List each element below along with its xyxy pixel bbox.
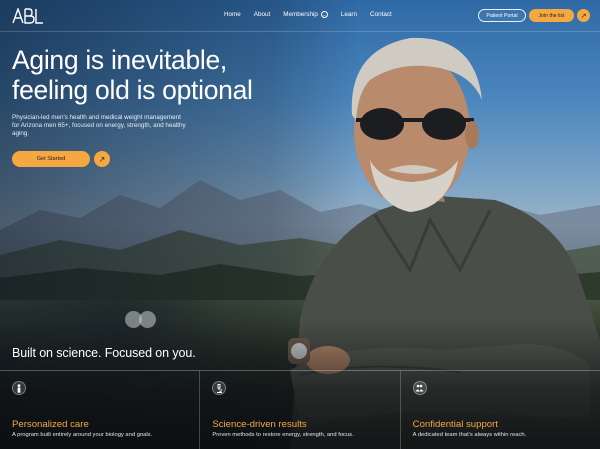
nav-link-contact-label: Contact [370,11,392,18]
feature-title: Science-driven results [212,419,307,430]
people-icon [412,381,427,395]
arrow-up-right-icon[interactable]: ↗ [577,9,590,22]
feature-title: Confidential support [412,419,498,430]
feature-personalized-care: Personalized care A program built entire… [0,371,201,449]
nav-divider [0,31,600,32]
hero-section: Home About Membership ⌄ Learn Contact Pat… [0,0,600,449]
top-navigation: Home About Membership ⌄ Learn Contact Pat… [0,0,600,32]
patient-portal-button[interactable]: Patient Portal [478,9,526,22]
get-started-button[interactable]: Get Started [12,151,90,167]
hero-subtext: Physician-led men's health and medical w… [12,114,186,138]
person-icon [12,381,26,395]
join-list-button[interactable]: Join the list [529,9,574,22]
nav-link-learn-label: Learn [340,11,358,18]
nav-link-membership[interactable]: Membership ⌄ [283,11,328,18]
microscope-icon [212,381,227,395]
feature-desc: Proven methods to restore energy, streng… [212,432,354,438]
hero-tagline: Built on science. Focused on you. [12,346,196,360]
nav-link-home-label: Home [224,11,241,18]
nav-link-learn[interactable]: Learn [341,11,357,18]
feature-title: Personalized care [12,419,89,430]
arrow-up-right-icon[interactable]: ↗ [94,151,110,167]
feature-desc: A dedicated team that's always within re… [412,432,527,438]
nav-link-membership-label: Membership [283,11,318,18]
nav-link-about[interactable]: About [254,11,270,18]
nav-links: Home About Membership ⌄ Learn Contact [224,11,405,18]
carousel-dot[interactable] [139,311,156,328]
feature-confidential-support: Confidential support A dedicated team th… [401,371,600,449]
feature-desc: A program built entirely around your bio… [12,432,153,438]
feature-science-driven: Science-driven results Proven methods to… [200,371,401,449]
headline-line-1: Aging is inevitable, [12,45,227,75]
chevron-down-icon: ⌄ [320,11,328,18]
nav-link-home[interactable]: Home [224,11,241,18]
abl-logo[interactable] [12,8,44,24]
features-row: Personalized care A program built entire… [0,371,600,449]
nav-link-about-label: About [253,11,271,18]
nav-link-contact[interactable]: Contact [370,11,392,18]
headline-line-2: feeling old is optional [12,75,253,105]
hero-headline: Aging is inevitable, feeling old is opti… [12,45,312,105]
carousel-indicators [125,311,156,328]
